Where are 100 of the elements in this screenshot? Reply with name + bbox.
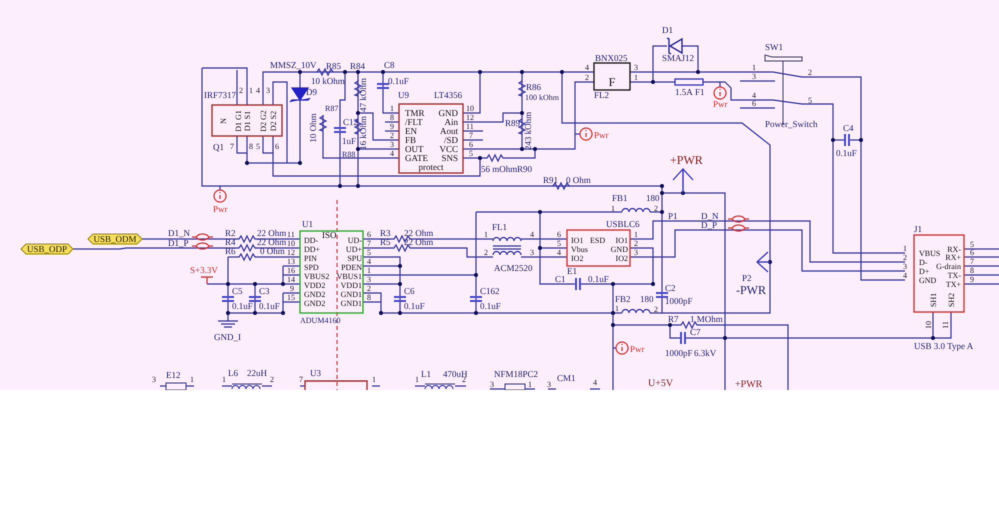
pin-number: 4	[530, 230, 534, 239]
designator-label: U9	[398, 90, 409, 100]
designator-label: C8	[384, 60, 395, 70]
designator-label: R3	[380, 228, 391, 238]
pin-number: 2	[239, 86, 243, 95]
pin-number: 10	[466, 104, 474, 113]
pin-number: 5	[557, 239, 561, 248]
supply-symbol	[200, 276, 214, 285]
designator-label: R88	[342, 150, 356, 159]
value-label: ACM2520	[494, 263, 533, 273]
net-label: D_P	[701, 220, 718, 230]
inductor-symbol	[492, 250, 522, 256]
pin-number: 5	[469, 149, 473, 158]
pin-number: 3	[390, 140, 394, 149]
pin-number: 8	[249, 142, 253, 151]
value-label: 0.1uF	[588, 274, 609, 284]
power-arrow-icon	[672, 168, 694, 194]
designator-label: E1	[567, 266, 577, 276]
pin-number: 8	[970, 266, 974, 275]
pin-name: GND2	[304, 299, 326, 308]
ic-body	[566, 229, 631, 267]
pin-number: 4	[593, 378, 597, 387]
pin-name: IO1	[571, 236, 584, 245]
capacitor-symbol	[575, 277, 581, 291]
capacitor-symbol	[376, 83, 390, 89]
pin-number: 8	[390, 113, 394, 122]
pin-number: 1	[222, 375, 226, 384]
resistor-symbol	[316, 68, 334, 76]
value-label: 0.1uF	[480, 301, 501, 311]
value-label: 0 Ohm	[260, 246, 285, 256]
power-label: +PWR	[735, 379, 762, 390]
value-label: 243 kOhm	[523, 112, 533, 150]
value-label: 22 Ohm	[257, 228, 286, 238]
designator-label: R7	[668, 314, 679, 324]
info-flag-icon	[213, 189, 227, 203]
pin-number: 4	[585, 63, 589, 72]
designator-label: R85	[326, 61, 342, 71]
pin-name: D+	[919, 267, 930, 276]
designator-label: FB1	[612, 193, 628, 203]
pin-number: 7	[970, 257, 974, 266]
pin-number: 11	[941, 321, 950, 329]
pin-number: 1	[903, 244, 907, 253]
pin-number: 1	[752, 63, 756, 72]
designator-label: SW1	[765, 42, 783, 52]
value-label: 0.1uF	[388, 76, 409, 86]
pin-name: Ain	[444, 117, 458, 127]
pin-number: 3	[634, 63, 638, 72]
pin-name: OUT	[405, 144, 424, 154]
pin-number: 10	[287, 239, 295, 248]
value-label: 0.1uF	[404, 301, 425, 311]
pin-number: 9	[290, 284, 294, 293]
pin-number: 3	[152, 375, 156, 384]
pin-name: VBUS2	[304, 272, 330, 281]
value-label: 1000pF	[665, 348, 693, 358]
power-arrow-icon	[756, 251, 771, 273]
pin-number: 1	[249, 86, 253, 95]
pin-number: 6	[752, 99, 756, 108]
pin-name: DD+	[304, 245, 320, 254]
pin-name: /SD	[444, 135, 458, 145]
differential-pair-icon	[727, 215, 750, 232]
capacitor-symbol	[333, 127, 347, 133]
resistor-symbol	[238, 244, 256, 252]
pin-number: 10	[924, 321, 933, 329]
net-port: USB_ODP	[20, 244, 74, 254]
pin-number: 2	[390, 131, 394, 140]
resistor-symbol	[392, 234, 412, 244]
pin-name: TX-	[948, 271, 961, 280]
designator-label: R5	[380, 237, 391, 247]
pin-number: 1	[372, 375, 376, 384]
pin-name: VDD2	[304, 281, 326, 290]
value-label: 180	[646, 193, 660, 203]
capacitor-symbol	[248, 296, 262, 302]
pin-number: 2	[270, 375, 274, 384]
value-label: 22 Ohm	[404, 228, 434, 238]
value-label: BNX025	[595, 53, 628, 63]
pin-number: 9	[970, 275, 974, 284]
pin-number: 16	[287, 266, 295, 275]
pin-number: 3	[530, 248, 534, 257]
value-label: 10 Ohm	[308, 113, 318, 143]
value-label: 1uF	[342, 136, 356, 146]
ic-body	[211, 104, 283, 137]
resistor-symbol	[318, 114, 328, 132]
inductor-symbol	[492, 236, 522, 242]
pin-number: 13	[287, 257, 295, 266]
value-label: IRF7317	[204, 90, 236, 100]
value-label: 180	[640, 294, 654, 304]
pin-number: 4	[557, 248, 561, 257]
value-label: 1 MOhm	[690, 314, 723, 324]
net-port: USB_ODM	[87, 234, 143, 244]
info-flag-icon	[713, 86, 727, 100]
value-label: MMSZ_10V	[270, 60, 317, 70]
capacitor-symbol	[393, 296, 407, 302]
pin-number: 11	[466, 122, 474, 131]
pin-number: 1	[634, 230, 638, 239]
pin-name: GND	[438, 108, 458, 118]
pin-name: PIN	[304, 254, 317, 263]
resistor-symbol	[392, 244, 412, 252]
designator-label: C12	[343, 117, 358, 127]
pin-number: 5	[256, 142, 260, 151]
net-label: D1_P	[168, 238, 189, 248]
